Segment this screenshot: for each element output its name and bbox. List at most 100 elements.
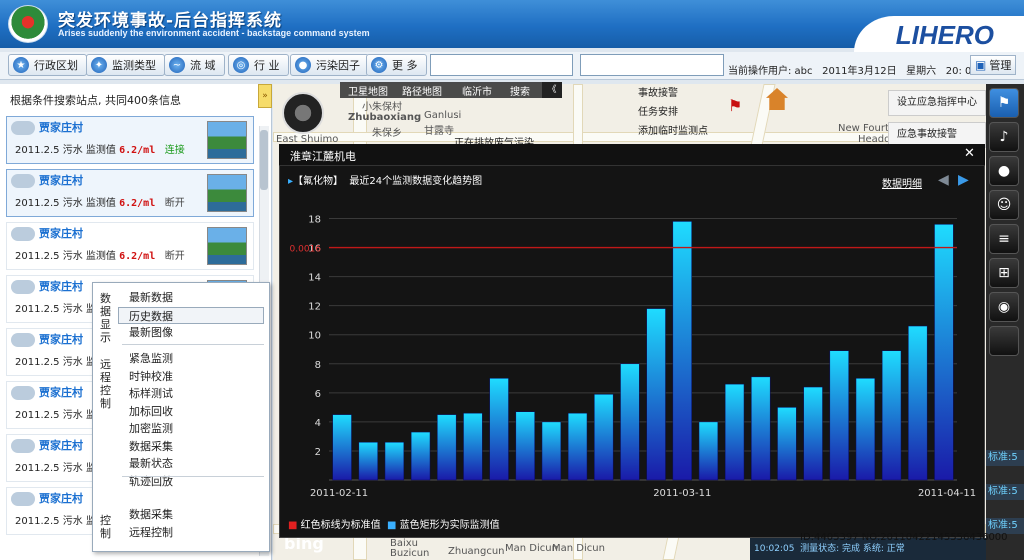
- chart-bar: [515, 411, 535, 481]
- map-pan-control[interactable]: [282, 92, 324, 134]
- target-icon: ◎: [233, 57, 249, 73]
- context-menu-item[interactable]: 最新图像: [129, 324, 265, 341]
- context-menu-item[interactable]: 标样测试: [129, 385, 265, 402]
- chart-bar: [594, 394, 614, 481]
- chart-bar: [646, 308, 666, 481]
- station-name: 贾家庄村: [39, 227, 83, 240]
- context-menu-item[interactable]: 加密监测: [129, 420, 265, 437]
- station-thumbnail[interactable]: [207, 174, 247, 212]
- station-status: 断开: [164, 251, 185, 262]
- tab-search[interactable]: 搜索: [510, 83, 530, 98]
- station-thumbnail[interactable]: [207, 227, 247, 265]
- data-detail-link[interactable]: 数据明细: [882, 175, 922, 190]
- cloud-icon: [11, 386, 35, 400]
- cloud-icon: [11, 121, 35, 135]
- chart-bar: [698, 421, 719, 481]
- y-tick-label: 14: [308, 273, 321, 284]
- popup-titlebar: [279, 144, 985, 166]
- people-icon[interactable]: ☺: [989, 190, 1019, 220]
- flag-marker-icon[interactable]: ⚑: [728, 96, 742, 115]
- context-menu-item[interactable]: 加标回收: [129, 403, 265, 420]
- chart-bar: [620, 363, 640, 481]
- station-name: 贾家庄村: [39, 386, 83, 399]
- scrollbar-thumb[interactable]: [260, 130, 268, 190]
- station-name: 贾家庄村: [39, 121, 83, 134]
- chart-bar: [332, 414, 352, 481]
- arrow-right-icon[interactable]: ▶: [958, 172, 969, 188]
- context-menu-item[interactable]: 数据采集: [129, 438, 265, 455]
- chart-subtitle-text: 最近24个监测数据变化趋势图: [349, 176, 483, 187]
- button-label: 流 域: [190, 59, 216, 72]
- context-menu-item[interactable]: 最新状态: [129, 455, 265, 472]
- station-list-item[interactable]: 贾家庄村 2011.2.5 污水 监测值 6.2/ml 断开: [6, 222, 254, 270]
- station-name: 贾家庄村: [39, 439, 83, 452]
- filter-basin-button[interactable]: ~ 流 域: [164, 54, 225, 76]
- station-info: 2011.2.5 污水 监测值 6.2/ml 连接: [15, 141, 185, 156]
- station-info: 2011.2.5 污水 监测值 6.2/ml 断开: [15, 247, 185, 262]
- station-value-label: 监测值: [85, 251, 116, 262]
- admin-label: 管理: [989, 59, 1012, 72]
- y-tick-label: 6: [315, 389, 321, 400]
- map-label: 事故接警: [638, 88, 678, 99]
- station-type: 污水: [62, 145, 83, 156]
- legend-red-text: 红色标线为标准值: [300, 520, 381, 531]
- standard-tag: 标准:5: [986, 450, 1024, 466]
- station-type: 污水: [62, 410, 83, 421]
- filter-pollutant-button[interactable]: ● 污染因子: [290, 54, 369, 76]
- station-list-item[interactable]: 贾家庄村 2011.2.5 污水 监测值 6.2/ml 断开: [6, 169, 254, 217]
- station-date: 2011.2.5: [15, 145, 60, 156]
- station-status: 连接: [164, 145, 185, 156]
- tab-satellite-map[interactable]: 卫星地图: [348, 83, 388, 98]
- tab-city[interactable]: 临沂市: [462, 83, 492, 98]
- trend-chart: 246810121416180.00162011-02-11 2011-03-11…: [290, 215, 977, 499]
- more-button[interactable]: ⚙ 更 多: [366, 54, 427, 76]
- tab-route-map[interactable]: 路径地图: [402, 83, 442, 98]
- popup-title: 淮章江麓机电: [290, 150, 356, 163]
- context-menu-item[interactable]: 历史数据: [118, 306, 264, 324]
- map-label: Man Dicun: [505, 543, 558, 554]
- station-date: 2011.2.5: [15, 410, 60, 421]
- context-menu-item[interactable]: 数据采集: [129, 506, 265, 523]
- station-name: 贾家庄村: [39, 333, 83, 346]
- cloud-icon: [11, 492, 35, 506]
- network-icon[interactable]: ⊞: [989, 258, 1019, 288]
- filter-industry-button[interactable]: ◎ 行 业: [228, 54, 289, 76]
- context-menu-item[interactable]: 紧急监测: [129, 350, 265, 367]
- y-tick-label: 18: [308, 215, 321, 226]
- station-info: 2011.2.5 污水 监测值 6.2/ml 断开: [15, 194, 185, 209]
- map-label: 任务安排: [638, 107, 678, 118]
- station-value-label: 监测值: [85, 145, 116, 156]
- context-menu-item[interactable]: 远程控制: [129, 524, 265, 541]
- admin-button[interactable]: ▣ 管理: [970, 55, 1017, 75]
- arrow-left-icon[interactable]: ◀: [938, 172, 949, 188]
- set-emergency-center-button[interactable]: 设立应急指挥中心: [888, 90, 986, 116]
- context-menu-item[interactable]: 时钟校准: [129, 368, 265, 385]
- blank-icon[interactable]: [989, 326, 1019, 356]
- status-time: 10:02:05: [754, 544, 795, 554]
- brand-logo: LIHERO: [895, 20, 994, 50]
- search-input-2[interactable]: [580, 54, 724, 76]
- speaker-icon[interactable]: ♪: [989, 122, 1019, 152]
- gear-icon: ⚙: [371, 57, 387, 73]
- location-pin-icon[interactable]: ●: [989, 156, 1019, 186]
- wrench-icon: ✦: [91, 57, 107, 73]
- close-icon[interactable]: ✕: [964, 146, 975, 161]
- station-date: 2011.2.5: [15, 304, 60, 315]
- y-tick-label: 4: [315, 418, 321, 429]
- filter-region-button[interactable]: ★ 行政区划: [8, 54, 87, 76]
- station-value: 6.2/ml: [119, 198, 156, 209]
- filter-monitor-type-button[interactable]: ✦ 监测类型: [86, 54, 165, 76]
- station-name: 贾家庄村: [39, 174, 83, 187]
- station-thumbnail[interactable]: [207, 121, 247, 159]
- flag-icon[interactable]: ⚑: [989, 88, 1019, 118]
- search-input-1[interactable]: [430, 54, 573, 76]
- cloud-icon: [11, 280, 35, 294]
- document-icon[interactable]: ≡: [989, 224, 1019, 254]
- context-menu-item[interactable]: 最新数据: [129, 289, 265, 306]
- map-tabs-collapse[interactable]: 《: [542, 82, 562, 98]
- chart-subtitle: ▸【氟化物】 最近24个监测数据变化趋势图: [288, 172, 482, 187]
- legend-red-marker: ■: [288, 520, 298, 531]
- station-list-item[interactable]: 贾家庄村 2011.2.5 污水 监测值 6.2/ml 连接: [6, 116, 254, 164]
- collapse-panel-button[interactable]: »: [258, 84, 272, 108]
- broadcast-icon[interactable]: ◉: [989, 292, 1019, 322]
